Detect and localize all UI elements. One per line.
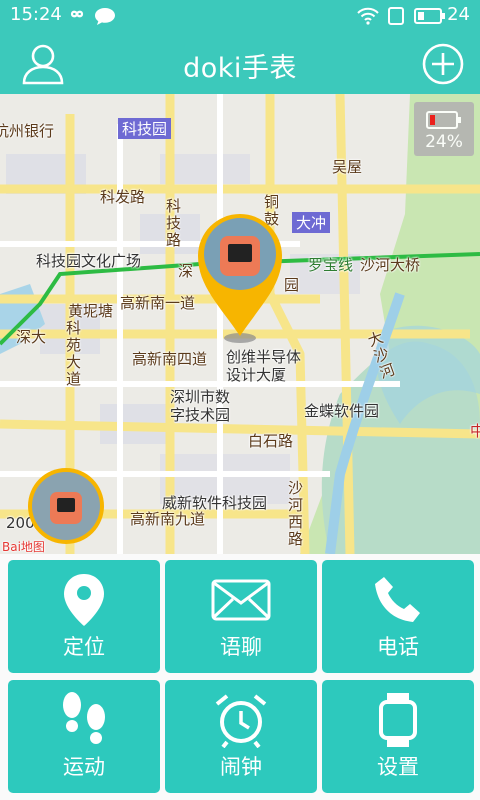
status-bar: 15:24 24	[0, 0, 480, 32]
map-label-gaoxin-1: 高新南一道	[120, 294, 196, 312]
location-pin-icon	[64, 574, 104, 626]
phone-label: 电话	[377, 635, 419, 659]
map-label-baishi-road: 白石路	[248, 432, 294, 450]
map-label-wuwu: 吴屋	[332, 158, 363, 176]
chat-bubble-icon	[94, 6, 116, 30]
function-grid: 定位 语聊 电话 运动 闹钟 设置	[0, 554, 480, 800]
battery-status-icon	[414, 7, 446, 29]
alarm-clock-icon	[215, 694, 267, 748]
map-label-gaoxin-9: 高新南九道	[130, 510, 206, 528]
status-time: 15:24	[10, 4, 62, 25]
alarm-label: 闹钟	[220, 755, 262, 779]
map-label-gaoxin-4: 高新南四道	[132, 350, 208, 368]
map-label-chuangwei: 创维半导体设计大厦	[226, 348, 302, 384]
map-label-luobao-line: 罗宝线	[308, 256, 354, 274]
map-label-kefa-road: 科发路	[100, 188, 146, 206]
sport-label: 运动	[63, 755, 105, 779]
phone-button[interactable]: 电话	[322, 560, 474, 673]
alarm-button[interactable]: 闹钟	[165, 680, 317, 793]
smartwatch-icon	[379, 693, 417, 747]
app-bar: doki手表	[0, 32, 480, 94]
settings-button[interactable]: 设置	[322, 680, 474, 793]
map-label-kejiyuan: 科技园	[118, 118, 172, 139]
map-label-shenda: 深大	[16, 328, 47, 346]
battery-icon	[426, 111, 461, 129]
add-button[interactable]	[420, 41, 466, 87]
map-label-hangzhou-bank: 杭州银行	[0, 122, 55, 140]
map-view[interactable]: 杭州银行 科技园 吴屋 科发路 科技路 铜鼓 大冲 科技园文化广场 深 园 罗宝…	[0, 94, 480, 554]
map-label-keji-road: 科技路	[166, 197, 182, 249]
sport-button[interactable]: 运动	[8, 680, 160, 793]
location-button[interactable]: 定位	[8, 560, 160, 673]
map-label-kingdee: 金蝶软件园	[304, 402, 380, 420]
settings-label: 设置	[377, 755, 419, 779]
map-label-keyuan-ave: 科苑大道	[66, 319, 82, 388]
voice-chat-label: 语聊	[220, 635, 262, 659]
infinity-icon	[66, 4, 88, 28]
map-label-kjy-plaza: 科技园文化广场	[36, 252, 142, 270]
map-label-shahe-bridge: 沙河大桥	[360, 256, 421, 274]
map-label-zhong: 中	[470, 422, 480, 440]
watch-battery-box: 24%	[414, 102, 474, 156]
app-title: doki手表	[183, 53, 297, 84]
wifi-icon	[356, 6, 380, 30]
map-label-huangni: 黄坭塘	[68, 302, 114, 320]
status-battery-percent: 24	[447, 4, 470, 25]
map-label-digital-tech: 深圳市数字技术园	[170, 388, 231, 424]
phone-icon	[375, 577, 420, 622]
voice-chat-button[interactable]: 语聊	[165, 560, 317, 673]
watch-battery-percent: 24%	[425, 132, 463, 152]
location-label: 定位	[63, 635, 105, 659]
map-label-shahe-west: 沙河西路	[288, 479, 304, 548]
envelope-icon	[211, 579, 271, 621]
sim-icon	[386, 6, 406, 30]
add-circle-icon	[422, 43, 464, 85]
footprints-icon	[63, 692, 105, 744]
map-label-dachong: 大冲	[292, 212, 331, 233]
